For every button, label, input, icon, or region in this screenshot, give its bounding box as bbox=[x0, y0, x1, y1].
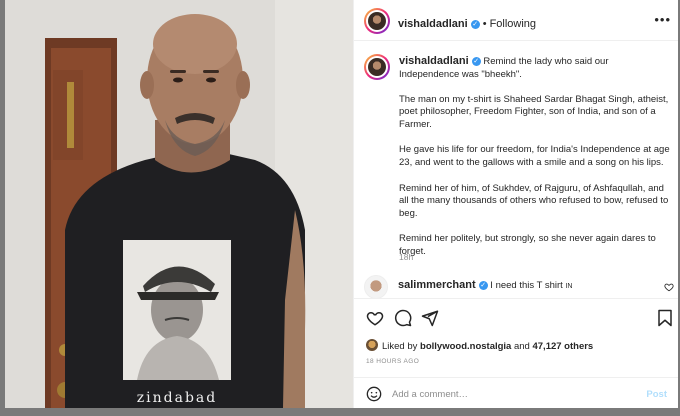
caption-paragraph: Remind her of him, of Sukhdev, of Rajgur… bbox=[399, 182, 669, 220]
verified-badge-icon: ✓ bbox=[470, 20, 480, 29]
caption-timestamp[interactable]: 18h bbox=[399, 252, 413, 262]
instagram-post-frame: zindabad vishaldadlani ✓ • Following ••• vi… bbox=[5, 0, 678, 408]
post-side-panel: vishaldadlani ✓ • Following ••• vishaldadla… bbox=[353, 0, 678, 408]
comment-text-line: salimmerchant ✓ I need this T shirt IN bbox=[398, 279, 572, 291]
liker-username[interactable]: bollywood.nostalgia bbox=[420, 341, 511, 352]
commenter-username[interactable]: salimmerchant bbox=[398, 279, 476, 291]
following-button[interactable]: Following bbox=[490, 18, 536, 30]
verified-badge-icon: ✓ bbox=[471, 57, 481, 66]
caption-paragraph: The man on my t-shirt is Shaheed Sardar … bbox=[399, 93, 669, 131]
header-user-line: vishaldadlani ✓ • Following bbox=[398, 14, 536, 32]
comment-like-heart-icon[interactable] bbox=[664, 282, 674, 292]
liked-by-prefix: Liked by bbox=[382, 341, 418, 352]
post-photo[interactable]: zindabad bbox=[5, 0, 353, 408]
tshirt-print-text: zindabad bbox=[137, 390, 217, 406]
post-comment-button[interactable]: Post bbox=[646, 389, 667, 400]
add-comment-bar: Add a comment… Post bbox=[354, 377, 678, 408]
post-actions-section: Liked by bollywood.nostalgia and 47,127 … bbox=[354, 298, 678, 408]
likes-summary: Liked by bollywood.nostalgia and 47,127 … bbox=[366, 339, 593, 352]
comment-text: I need this T shirt bbox=[490, 280, 563, 291]
author-avatar[interactable] bbox=[364, 8, 390, 34]
likes-count-link[interactable]: 47,127 others bbox=[532, 341, 593, 352]
comment-icon[interactable] bbox=[394, 309, 412, 327]
commenter-avatar[interactable] bbox=[364, 275, 388, 299]
smiley-icon[interactable] bbox=[366, 386, 382, 402]
liked-by-and: and bbox=[513, 341, 530, 352]
post-caption: vishaldadlani ✓ Remind the lady who said … bbox=[399, 55, 671, 272]
heart-icon[interactable] bbox=[366, 309, 384, 327]
post-time-ago[interactable]: 18 HOURS AGO bbox=[366, 358, 419, 365]
post-photo-image: zindabad bbox=[5, 0, 353, 408]
caption-username[interactable]: vishaldadlani bbox=[399, 55, 469, 67]
caption-paragraph: Remind her politely, but strongly, so sh… bbox=[399, 233, 656, 258]
bookmark-icon[interactable] bbox=[657, 309, 673, 327]
comment-row: salimmerchant ✓ I need this T shirt IN bbox=[364, 275, 674, 299]
india-flag-icon: IN bbox=[565, 283, 573, 290]
author-username[interactable]: vishaldadlani bbox=[398, 18, 468, 30]
add-comment-input[interactable]: Add a comment… bbox=[392, 389, 468, 400]
caption-author-avatar[interactable] bbox=[364, 54, 390, 80]
separator-dot: • bbox=[482, 18, 487, 30]
verified-badge-icon: ✓ bbox=[478, 281, 488, 290]
more-options-icon[interactable]: ••• bbox=[654, 12, 671, 27]
send-icon[interactable] bbox=[421, 309, 439, 327]
liker-avatar[interactable] bbox=[366, 339, 378, 351]
caption-paragraph: He gave his life for our freedom, for In… bbox=[399, 144, 670, 169]
post-header: vishaldadlani ✓ • Following ••• bbox=[354, 0, 678, 41]
